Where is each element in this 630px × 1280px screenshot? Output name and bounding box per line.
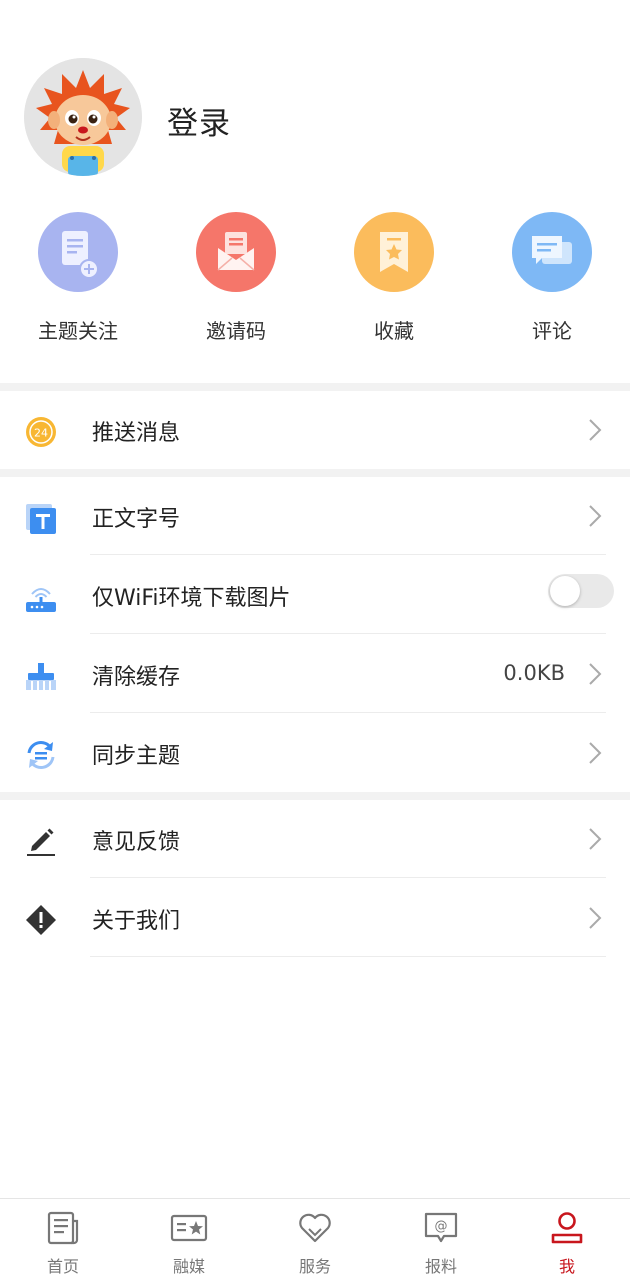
row-separator — [90, 877, 606, 878]
envelope-icon — [196, 212, 276, 292]
bottom-tab-bar: 首页 融媒 服务 @ 报料 我 — [0, 1198, 630, 1280]
wifi-images-toggle[interactable] — [548, 574, 614, 608]
section-divider — [0, 469, 630, 477]
tab-label: 服务 — [298, 1257, 331, 1276]
wifi-router-icon — [24, 580, 58, 614]
media-card-icon — [170, 1209, 208, 1247]
tab-home[interactable]: 首页 — [0, 1209, 126, 1277]
svg-text:@: @ — [435, 1219, 448, 1234]
broom-icon — [24, 659, 58, 693]
tab-media[interactable]: 融媒 — [126, 1209, 252, 1277]
quick-action-favorites[interactable]: 收藏 — [334, 212, 454, 344]
chevron-right-icon — [588, 741, 602, 765]
quick-action-label: 收藏 — [374, 319, 414, 343]
heart-icon — [296, 1209, 334, 1247]
clock-24-icon: 24 — [24, 415, 58, 449]
profile-header: 登录 — [0, 0, 630, 200]
menu-item-label: 清除缓存 — [92, 665, 181, 690]
tab-me[interactable]: 我 — [504, 1209, 630, 1277]
tab-services[interactable]: 服务 — [252, 1209, 378, 1277]
menu-item-sync-theme[interactable]: 同步主题 — [0, 714, 630, 792]
menu-item-about-us[interactable]: 关于我们 — [0, 879, 630, 957]
row-separator — [90, 554, 606, 555]
mascot-avatar-icon — [24, 58, 142, 176]
tab-label: 我 — [558, 1257, 575, 1276]
bookmark-icon — [354, 212, 434, 292]
at-message-icon: @ — [422, 1209, 460, 1247]
menu-item-label: 意见反馈 — [92, 830, 181, 855]
row-separator — [90, 633, 606, 634]
menu-item-label: 关于我们 — [92, 909, 181, 934]
person-icon — [548, 1209, 586, 1247]
text-size-icon — [24, 501, 58, 535]
quick-action-label: 邀请码 — [206, 319, 266, 343]
document-add-icon — [38, 212, 118, 292]
sync-icon — [24, 738, 58, 772]
menu-item-feedback[interactable]: 意见反馈 — [0, 800, 630, 878]
chevron-right-icon — [588, 418, 602, 442]
menu-item-push-messages[interactable]: 24 推送消息 — [0, 391, 630, 469]
tab-label: 融媒 — [172, 1257, 205, 1276]
svg-text:24: 24 — [34, 427, 48, 440]
newspaper-icon — [44, 1209, 82, 1247]
toggle-knob — [550, 576, 580, 606]
row-separator — [90, 712, 606, 713]
quick-action-label: 评论 — [532, 319, 572, 343]
quick-action-comments[interactable]: 评论 — [492, 212, 612, 344]
pencil-icon — [24, 824, 58, 858]
cache-size-value: 0.0KB — [503, 661, 565, 685]
menu-item-label: 推送消息 — [92, 421, 181, 446]
warning-diamond-icon — [24, 903, 58, 937]
avatar[interactable] — [24, 58, 142, 176]
chevron-right-icon — [588, 504, 602, 528]
menu-item-wifi-images: 仅WiFi环境下载图片 — [0, 556, 630, 634]
chevron-right-icon — [588, 662, 602, 686]
menu-item-font-size[interactable]: 正文字号 — [0, 477, 630, 555]
quick-actions: 主题关注 邀请码 收藏 评论 — [0, 212, 630, 382]
section-divider — [0, 792, 630, 800]
row-separator — [90, 956, 606, 957]
quick-action-invite-code[interactable]: 邀请码 — [176, 212, 296, 344]
menu-item-label: 同步主题 — [92, 744, 181, 769]
menu-item-label: 正文字号 — [92, 507, 181, 532]
login-link[interactable]: 登录 — [167, 98, 231, 143]
quick-action-topic-follow[interactable]: 主题关注 — [18, 212, 138, 344]
tab-label: 报料 — [424, 1257, 457, 1276]
menu-item-clear-cache[interactable]: 清除缓存 0.0KB — [0, 635, 630, 713]
menu-item-label: 仅WiFi环境下载图片 — [92, 586, 291, 611]
chevron-right-icon — [588, 827, 602, 851]
section-divider — [0, 383, 630, 391]
tab-label: 首页 — [46, 1257, 79, 1276]
quick-action-label: 主题关注 — [38, 319, 118, 343]
chat-icon — [512, 212, 592, 292]
tab-report[interactable]: @ 报料 — [378, 1209, 504, 1277]
chevron-right-icon — [588, 906, 602, 930]
